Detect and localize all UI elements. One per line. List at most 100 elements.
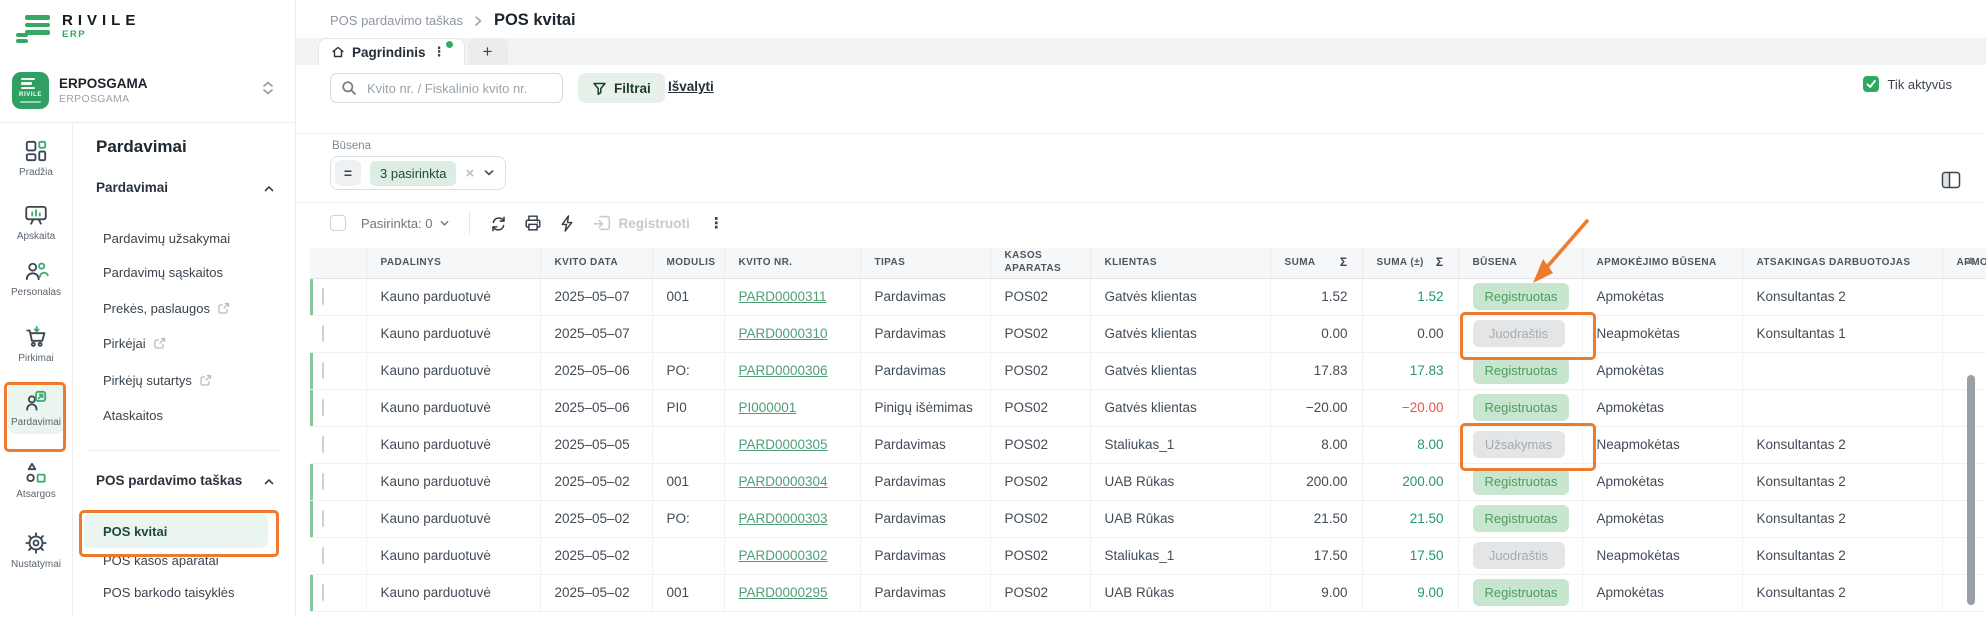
rail-item-personalas[interactable]: Personalas — [8, 258, 64, 298]
active-only-checkbox[interactable] — [1863, 76, 1879, 92]
col-suma-pm[interactable]: SUMA (±)Σ — [1362, 248, 1458, 278]
unfold-icon[interactable] — [261, 80, 275, 101]
row-checkbox[interactable] — [322, 547, 324, 564]
kasos-aparatas-cell: POS02 — [990, 278, 1090, 315]
kvito-nr-link[interactable]: PARD0000295 — [739, 585, 828, 600]
col-kasos-aparatas[interactable]: KASOS APARATAS — [990, 248, 1090, 278]
sidebar-item-pos-barkodo-taisykles[interactable]: POS barkodo taisyklės — [103, 583, 235, 601]
tipas-cell: Pardavimas — [860, 537, 990, 574]
chevron-up-icon[interactable] — [263, 475, 275, 493]
zap-icon[interactable] — [558, 214, 577, 233]
sidebar-item-prekes-paslaugos[interactable]: Prekės, paslaugos — [103, 299, 230, 317]
rail-item-apskaita[interactable]: Apskaita — [8, 202, 64, 242]
rail-item-nustatymai[interactable]: Nustatymai — [8, 530, 64, 570]
refresh-icon[interactable] — [489, 214, 508, 233]
status-badge: Užsakymas — [1473, 431, 1565, 458]
modulis-cell: PO: — [652, 352, 724, 389]
col-tipas[interactable]: TIPAS — [860, 248, 990, 278]
workspace-icon: RIVILE — [12, 72, 49, 109]
sidebar-item-pos-kvitai[interactable]: POS kvitai — [84, 514, 268, 548]
chevron-down-icon[interactable] — [483, 167, 495, 179]
rail-item-atsargos[interactable]: Atsargos — [8, 460, 64, 500]
sidebar-item-ataskaitos[interactable]: Ataskaitos — [103, 406, 163, 424]
workspace-selector[interactable]: RIVILE ERPOSGAMA ERPOSGAMA — [12, 66, 283, 114]
kvito-nr-link[interactable]: PARD0000303 — [739, 511, 828, 526]
divider — [86, 450, 281, 451]
column-settings-icon[interactable] — [1940, 169, 1962, 196]
scroll-up-arrow[interactable] — [1966, 257, 1976, 264]
col-kvito-data[interactable]: KVITO DATA — [540, 248, 652, 278]
chevron-up-icon[interactable] — [263, 182, 275, 200]
status-filter-label: Būsena — [332, 140, 371, 152]
truncated-cell — [1942, 426, 1986, 463]
page-title: POS kvitai — [494, 11, 576, 30]
vertical-scrollbar[interactable] — [1965, 257, 1977, 611]
tab-menu-icon[interactable]: ⋮ — [433, 44, 452, 60]
col-busena[interactable]: BŪSENA — [1458, 248, 1582, 278]
kvito-nr-link[interactable]: PARD0000305 — [739, 437, 828, 452]
add-tab-button[interactable]: + — [468, 38, 508, 65]
sidebar-item-pos-kasos-aparatai[interactable]: POS kasos aparatai — [103, 551, 219, 569]
rail-item-pardavimai[interactable]: Pardavimai — [8, 382, 64, 434]
tipas-cell: Pardavimas — [860, 426, 990, 463]
amount-cell: 21.50 — [1270, 500, 1362, 537]
chevron-right-icon — [473, 15, 484, 27]
col-padalinys[interactable]: PADALINYS — [366, 248, 540, 278]
breadcrumb-parent[interactable]: POS pardavimo taškas — [330, 13, 463, 28]
kvito-nr-link[interactable]: PARD0000304 — [739, 474, 828, 489]
row-checkbox[interactable] — [322, 288, 324, 305]
register-icon — [592, 213, 612, 233]
selected-count[interactable]: Pasirinkta: 0 — [361, 216, 450, 231]
filters-button[interactable]: Filtrai — [578, 73, 665, 103]
kvito-nr-link[interactable]: PARD0000302 — [739, 548, 828, 563]
row-checkbox[interactable] — [322, 362, 324, 379]
row-checkbox[interactable] — [322, 325, 324, 342]
rail-item-pradzia[interactable]: Pradžia — [8, 138, 64, 178]
col-suma[interactable]: SUMAΣ — [1270, 248, 1362, 278]
register-button[interactable]: Registruoti — [592, 213, 690, 233]
print-icon[interactable] — [523, 213, 543, 233]
more-actions-icon[interactable]: ⋮ — [705, 214, 728, 232]
sum-icon[interactable]: Σ — [1340, 255, 1348, 270]
row-checkbox[interactable] — [322, 510, 324, 527]
sales-person-icon — [23, 388, 49, 414]
sidebar-item-pardavimu-saskaitos[interactable]: Pardavimų sąskaitos — [103, 263, 223, 281]
section-pardavimai[interactable]: Pardavimai — [96, 180, 168, 195]
scrollbar-thumb[interactable] — [1967, 375, 1975, 605]
kvito-nr-link[interactable]: PARD0000310 — [739, 326, 828, 341]
tipas-cell: Pardavimas — [860, 352, 990, 389]
amount-signed-cell: −20.00 — [1362, 389, 1458, 426]
row-checkbox[interactable] — [322, 436, 324, 453]
sidebar-item-pardavimu-uzsakymai[interactable]: Pardavimų užsakymai — [103, 229, 230, 247]
tab-pagrindinis[interactable]: Pagrindinis ⋮ — [318, 38, 465, 65]
rail-item-pirkimai[interactable]: Pirkimai — [8, 324, 64, 364]
col-modulis[interactable]: MODULIS — [652, 248, 724, 278]
select-all-checkbox[interactable] — [330, 215, 346, 231]
kvito-nr-link[interactable]: PARD0000311 — [739, 289, 827, 304]
clear-filters-link[interactable]: Išvalyti — [668, 79, 714, 94]
kvito-nr-link[interactable]: PARD0000306 — [739, 363, 828, 378]
icon-rail: Pradžia Apskaita Personalas Pirkimai Par… — [0, 123, 73, 617]
col-klientas[interactable]: KLIENTAS — [1090, 248, 1270, 278]
row-checkbox[interactable] — [322, 399, 324, 416]
col-atsakingas-darbuotojas[interactable]: ATSAKINGAS DARBUOTOJAS — [1742, 248, 1942, 278]
sidebar-item-pirkejai[interactable]: Pirkėjai — [103, 334, 166, 352]
col-apmokejimo-busena[interactable]: APMOKĖJIMO BŪSENA — [1582, 248, 1742, 278]
operator-button[interactable]: = — [335, 160, 361, 186]
kvito-nr-link[interactable]: PI000001 — [739, 400, 797, 415]
sidebar-item-pirkeju-sutartys[interactable]: Pirkėjų sutartys — [103, 371, 212, 389]
row-checkbox[interactable] — [322, 473, 324, 490]
status-selected-chip[interactable]: 3 pasirinkta — [370, 161, 456, 186]
col-kvito-nr[interactable]: KVITO NR. — [724, 248, 860, 278]
clear-chip-icon[interactable]: × — [465, 165, 474, 182]
funnel-icon — [592, 81, 607, 96]
amount-signed-cell: 8.00 — [1362, 426, 1458, 463]
search-input[interactable] — [365, 80, 552, 97]
col-apmok-truncated[interactable]: APMOK — [1942, 248, 1986, 278]
active-only-toggle[interactable]: Tik aktyvūs — [1863, 76, 1952, 92]
section-pos[interactable]: POS pardavimo taškas — [96, 473, 242, 488]
sum-icon[interactable]: Σ — [1436, 255, 1444, 270]
payment-status-cell: Neapmokėtas — [1582, 426, 1742, 463]
row-checkbox[interactable] — [322, 584, 324, 601]
truncated-cell — [1942, 389, 1986, 426]
